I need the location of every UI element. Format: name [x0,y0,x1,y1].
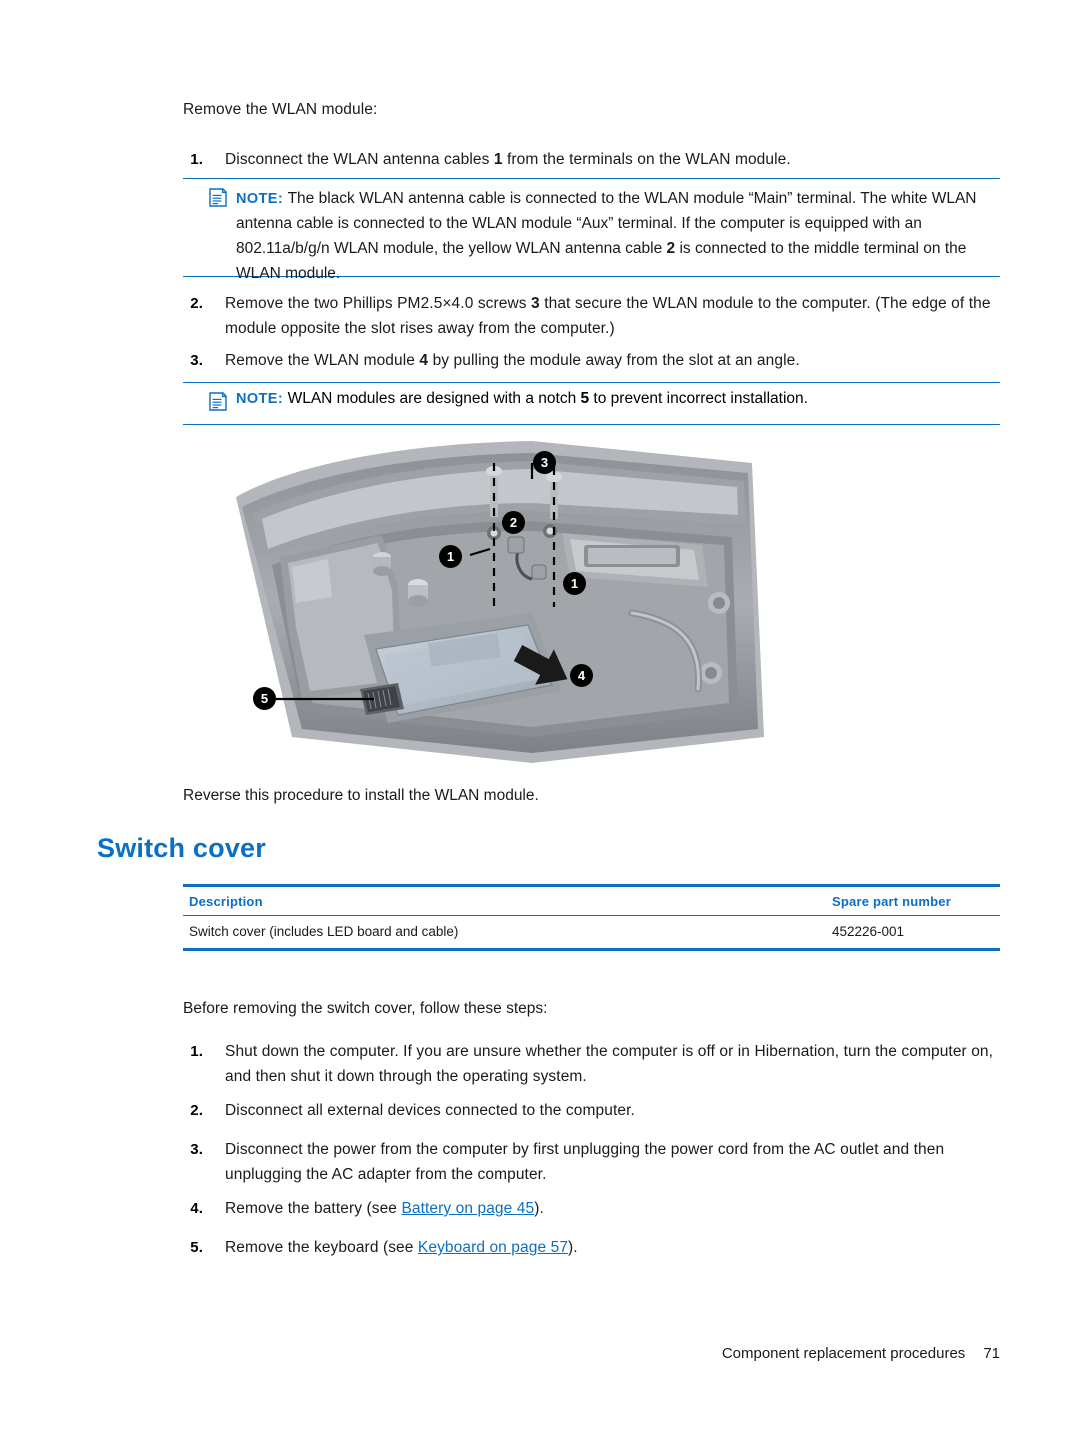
footer-text: Component replacement procedures [721,1345,966,1362]
page-footer: Component replacement procedures 71 [0,1345,1000,1362]
list-item-text-part: Remove the two Phillips PM2.5×4.0 screws [225,295,532,312]
figure-callout-1a: 1 [439,545,462,568]
note-box-2: NOTE: WLAN modules are designed with a n… [183,382,1000,425]
column-header-description: Description [189,894,263,909]
figure-illustration [236,441,764,763]
note-text: WLAN modules are designed with a notch [287,390,581,407]
list-item-number: 3. [190,352,203,369]
list-item-text-part: by pulling the module away from the slot… [428,352,800,369]
list-item-text: Disconnect the WLAN antenna cables 1 fro… [225,147,1000,172]
list-item-text-part: Disconnect the WLAN antenna cables [225,151,494,168]
figure-callout-3: 3 [533,451,556,474]
list-item-number: 5. [190,1239,203,1256]
figure-callout-4: 4 [570,664,593,687]
before-removing-line: Before removing the switch cover, follow… [183,1000,548,1017]
list-item-text: Disconnect all external devices connecte… [225,1102,635,1119]
list-item-number: 2. [190,1102,203,1119]
list-item-number: 4. [190,1200,203,1217]
figure-callout-2: 2 [502,511,525,534]
cross-reference-link-battery[interactable]: Battery on page 45 [401,1200,534,1217]
note-text: to prevent incorrect installation. [589,390,808,407]
cell-description: Switch cover (includes LED board and cab… [189,924,459,939]
list-item-text: Shut down the computer. If you are unsur… [225,1043,994,1085]
list-item-text-part: Remove the WLAN module [225,352,420,369]
list-item-number: 3. [190,1141,203,1158]
list-item-text: Disconnect the power from the computer b… [225,1141,945,1183]
note-box-1: NOTE: The black WLAN antenna cable is co… [183,178,1000,282]
callout-ref: 4 [419,352,429,369]
intro-line: Remove the WLAN module: [183,101,378,118]
column-header-spare-part-number: Spare part number [832,894,951,909]
list-item-number: 2. [190,295,203,312]
list-item-text-part: ). [568,1239,578,1256]
figure-callout-1b: 1 [563,572,586,595]
spare-parts-table: Description Spare part number Switch cov… [183,884,1000,951]
callout-ref: 3 [531,295,540,312]
reverse-procedure-line: Reverse this procedure to install the WL… [183,787,539,804]
callout-ref: 2 [666,240,676,257]
list-item-number: 1. [190,1043,203,1060]
callout-ref: 5 [580,390,590,407]
note-label: NOTE: [236,191,284,207]
list-item-text-part: ). [534,1200,544,1217]
list-item-text: Remove the battery (see Battery on page … [225,1196,998,1221]
list-item-number: 1. [190,151,203,168]
note-icon [209,392,227,411]
list-item-text: Remove the two Phillips PM2.5×4.0 screws… [225,291,1000,341]
cell-spare-part-number: 452226-001 [832,924,905,939]
figure-callout-5: 5 [253,687,276,710]
list-item-text: Remove the keyboard (see Keyboard on pag… [225,1235,998,1260]
list-item-text-part: Remove the battery (see [225,1200,402,1217]
footer-page-number: 71 [983,1345,1000,1362]
wlan-module-figure: 1 1 2 3 4 5 [232,437,768,767]
document-page: Remove the WLAN module: 1. Disconnect th… [0,0,1080,1437]
list-item-text: Remove the WLAN module 4 by pulling the … [225,348,1000,373]
note-icon [209,188,227,207]
callout-ref: 1 [493,151,503,168]
table-header-row: Description Spare part number [183,887,1000,915]
cross-reference-link-keyboard[interactable]: Keyboard on page 57 [418,1239,568,1256]
table-bottom-rule [183,948,1000,951]
note-label: NOTE: [236,391,284,407]
list-item-text-part: Remove the keyboard (see [225,1239,418,1256]
table-row: Switch cover (includes LED board and cab… [183,916,1000,948]
list-item-text-part: from the terminals on the WLAN module. [502,151,791,168]
section-title: Switch cover [97,833,266,863]
